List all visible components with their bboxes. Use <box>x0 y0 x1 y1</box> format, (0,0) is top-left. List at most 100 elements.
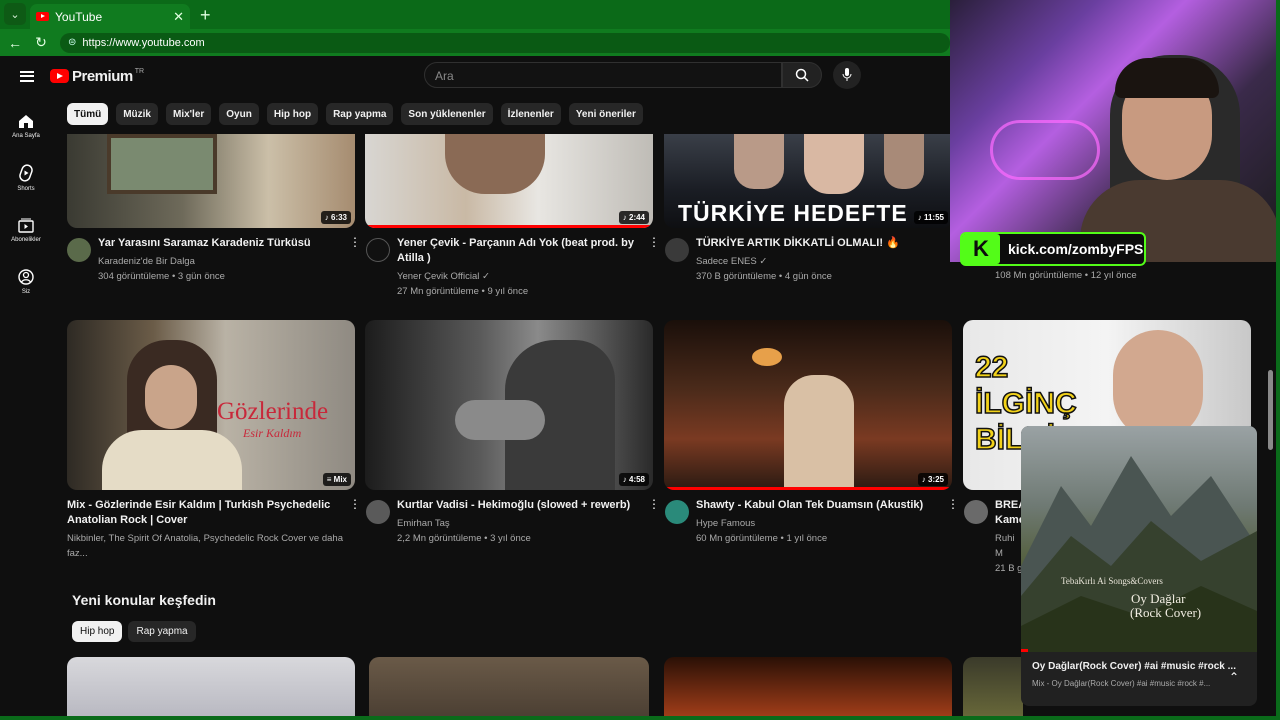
duration-badge: ♪ 4:58 <box>618 473 649 486</box>
channel-avatar[interactable] <box>67 238 91 262</box>
tab-list-chevron-icon[interactable]: ⌄ <box>4 3 26 25</box>
chip-watched[interactable]: İzlenenler <box>500 103 561 125</box>
url-field[interactable]: ⊜ https://www.youtube.com <box>60 32 950 53</box>
duration-badge: ♪ 6:33 <box>320 211 351 224</box>
sidebar-item-label: Ana Sayfa <box>12 133 40 139</box>
chip-hip-hop[interactable]: Hip hop <box>266 103 319 125</box>
youtube-premium-logo[interactable]: Premium TR <box>50 68 144 85</box>
reload-icon[interactable]: ↻ <box>30 34 52 51</box>
channel-name[interactable]: Karadeniz'de Bir Dalga <box>98 254 358 269</box>
section-chip-rap[interactable]: Rap yapma <box>128 621 196 642</box>
thumbnail-caption: TÜRKİYE HEDEFTE <box>678 200 908 226</box>
section-chips: Hip hop Rap yapma <box>72 621 196 642</box>
expand-chevron-up-icon[interactable]: ⌃ <box>1229 670 1239 684</box>
artwork-subtitle: (Rock Cover) <box>1130 605 1202 620</box>
more-actions-icon[interactable]: ⋮ <box>947 498 959 510</box>
video-title[interactable]: Yar Yarasını Saramaz Karadeniz Türküsü <box>98 236 343 251</box>
mix-badge: ≡ Mix <box>322 473 351 486</box>
thumbnail-subcaption: Esir Kaldım <box>243 426 302 440</box>
video-title[interactable]: Mix - Gözlerinde Esir Kaldım | Turkish P… <box>67 498 337 528</box>
mini-player-progress[interactable] <box>1021 649 1029 652</box>
youtube-header: Premium TR Ara <box>0 56 950 96</box>
account-icon <box>18 269 34 285</box>
channel-avatar[interactable] <box>964 500 988 524</box>
address-bar-row: ← ↻ ⊜ https://www.youtube.com <box>0 29 950 56</box>
video-stats: 2,2 Mn görüntüleme • 3 yıl önce <box>397 533 531 544</box>
chip-recently-uploaded[interactable]: Son yüklenenler <box>401 103 493 125</box>
more-actions-icon[interactable]: ⋮ <box>648 498 660 510</box>
youtube-logo-icon <box>50 69 69 83</box>
close-tab-icon[interactable]: ✕ <box>173 9 184 25</box>
sidebar-item-you[interactable]: Siz <box>0 256 52 308</box>
video-thumbnail[interactable]: ♪ 4:58 <box>365 320 653 490</box>
artwork-label: TebaKırlı Ai Songs&Covers <box>1061 576 1163 586</box>
channel-name[interactable]: Sadece ENES ✓ <box>696 254 956 269</box>
sidebar-item-subscriptions[interactable]: Abonelikler <box>0 204 52 256</box>
back-arrow-icon[interactable]: ← <box>4 35 26 51</box>
watch-progress-bar <box>664 487 952 490</box>
logo-text: Premium <box>72 67 133 85</box>
channel-avatar[interactable] <box>366 238 390 262</box>
mini-player-video[interactable]: TebaKırlı Ai Songs&Covers Oy Dağlar (Roc… <box>1021 426 1257 652</box>
video-stats: 60 Mn görüntüleme • 1 yıl önce <box>696 533 828 544</box>
video-title[interactable]: Yener Çevik - Parçanın Adı Yok (beat pro… <box>397 236 642 266</box>
channel-avatar[interactable] <box>665 238 689 262</box>
video-thumbnail[interactable] <box>963 657 1023 720</box>
video-title[interactable]: TÜRKİYE ARTIK DİKKATLİ OLMALI! 🔥 <box>696 236 941 251</box>
more-actions-icon[interactable]: ⋮ <box>349 236 361 248</box>
page-scrollbar[interactable] <box>1268 370 1273 450</box>
mini-player-title[interactable]: Oy Dağlar(Rock Cover) #ai #music #rock .… <box>1032 661 1236 672</box>
chip-rap[interactable]: Rap yapma <box>326 103 394 125</box>
chip-mixes[interactable]: Mix'ler <box>166 103 212 125</box>
channel-name[interactable]: Emirhan Taş <box>397 516 657 531</box>
chip-music[interactable]: Müzik <box>116 103 158 125</box>
video-thumbnail[interactable]: ♪ 2:44 <box>365 134 653 228</box>
video-thumbnail[interactable]: ♪ 6:33 <box>67 134 355 228</box>
kick-logo-icon: K <box>962 234 1000 264</box>
chip-all[interactable]: Tümü <box>67 103 109 125</box>
site-info-icon[interactable]: ⊜ <box>68 37 76 48</box>
channel-name[interactable]: Nikbinler, The Spirit Of Anatolia, Psych… <box>67 531 357 561</box>
filter-chips: Tümü Müzik Mix'ler Oyun Hip hop Rap yapm… <box>67 103 643 125</box>
more-actions-icon[interactable]: ⋮ <box>648 236 660 248</box>
url-text: https://www.youtube.com <box>82 36 205 49</box>
sidebar-item-shorts[interactable]: Shorts <box>0 152 52 204</box>
video-title[interactable]: Shawty - Kabul Olan Tek Duamsın (Akustik… <box>696 498 941 513</box>
thumbnail-caption: Gözlerinde <box>217 398 329 425</box>
duration-badge: ♪ 2:44 <box>618 211 649 224</box>
video-stats: 108 Mn görüntüleme • 12 yıl önce <box>995 270 1137 281</box>
video-thumbnail[interactable] <box>67 657 355 720</box>
mini-player-subtitle: Mix - Oy Dağlar(Rock Cover) #ai #music #… <box>1032 679 1211 688</box>
duration-badge: ♪ 3:25 <box>917 473 948 486</box>
mini-player[interactable]: TebaKırlı Ai Songs&Covers Oy Dağlar (Roc… <box>1021 426 1257 706</box>
video-thumbnail[interactable]: ♪ 3:25 <box>664 320 952 490</box>
sidebar-item-home[interactable]: Ana Sayfa <box>0 100 52 152</box>
chip-gaming[interactable]: Oyun <box>219 103 259 125</box>
browser-tab-youtube[interactable]: YouTube ✕ <box>30 4 190 29</box>
more-actions-icon[interactable]: ⋮ <box>349 498 361 510</box>
video-title[interactable]: Kurtlar Vadisi - Hekimoğlu (slowed + rew… <box>397 498 642 513</box>
channel-avatar[interactable] <box>665 500 689 524</box>
sidebar-item-label: Shorts <box>17 186 35 192</box>
channel-avatar[interactable] <box>366 500 390 524</box>
search-button[interactable] <box>782 62 822 88</box>
video-thumbnail[interactable] <box>369 657 649 720</box>
streamer-webcam <box>950 0 1280 262</box>
subscriptions-icon <box>18 218 34 233</box>
voice-search-button[interactable] <box>833 61 861 89</box>
video-thumbnail[interactable] <box>664 657 952 720</box>
search-input[interactable]: Ara <box>424 62 782 88</box>
video-thumbnail[interactable]: Gözlerinde Esir Kaldım ≡ Mix <box>67 320 355 490</box>
search-icon <box>795 68 809 82</box>
channel-name[interactable]: Yener Çevik Official ✓ <box>397 269 657 284</box>
new-tab-icon[interactable]: + <box>200 5 211 26</box>
channel-name[interactable]: Hype Famous <box>696 516 956 531</box>
home-icon <box>19 115 33 128</box>
section-chip-hip-hop[interactable]: Hip hop <box>72 621 123 642</box>
region-code: TR <box>134 67 145 75</box>
chip-new-to-you[interactable]: Yeni öneriler <box>568 103 643 125</box>
menu-icon[interactable] <box>20 70 34 82</box>
section-title: Yeni konular keşfedin <box>72 592 216 608</box>
video-stats: 27 Mn görüntüleme • 9 yıl önce <box>397 286 529 297</box>
video-thumbnail[interactable]: TÜRKİYE HEDEFTE ♪ 11:55 <box>664 134 952 228</box>
